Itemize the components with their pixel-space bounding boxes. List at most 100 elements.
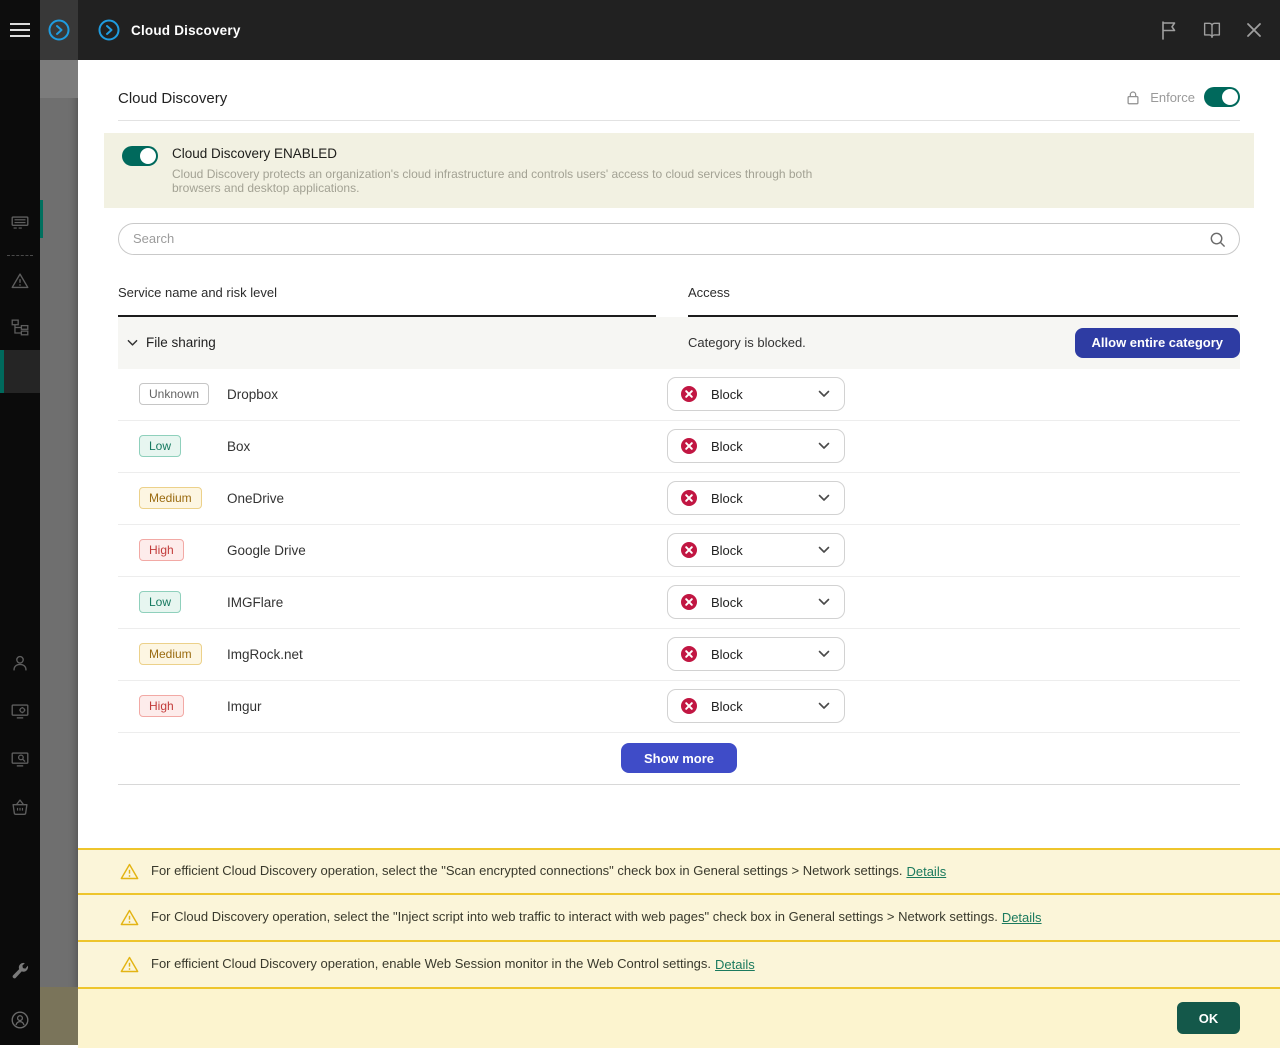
close-icon <box>1247 23 1261 37</box>
table-header: Service name and risk level Access <box>118 285 1240 317</box>
search-input[interactable] <box>118 222 1240 255</box>
service-name: Google Drive <box>227 542 306 558</box>
sidebar-item-devices[interactable] <box>0 203 40 243</box>
lock-icon <box>1127 90 1139 104</box>
page-title: Cloud Discovery <box>118 90 228 107</box>
toggle-knob <box>1222 89 1238 105</box>
close-button[interactable] <box>1246 22 1262 38</box>
access-value: Block <box>711 490 743 506</box>
access-value: Block <box>711 386 743 402</box>
help-button[interactable] <box>1202 21 1222 39</box>
dimmed-band <box>40 60 78 98</box>
search-button[interactable] <box>1208 230 1227 249</box>
block-icon <box>681 386 697 403</box>
access-cell: Block <box>667 429 1240 464</box>
access-dropdown[interactable]: Block <box>667 481 845 516</box>
menu-button[interactable] <box>0 0 40 60</box>
chevron-down-icon <box>818 546 830 554</box>
sidebar-item-selected[interactable] <box>0 350 40 393</box>
flag-button[interactable] <box>1160 20 1178 40</box>
monitor-gear-icon <box>11 704 29 719</box>
access-value: Block <box>711 698 743 714</box>
access-value: Block <box>711 438 743 454</box>
service-rows: Unknown Dropbox Block Low Box Block Medi… <box>78 369 1280 733</box>
search-icon <box>1210 232 1225 247</box>
allow-entire-category-button[interactable]: Allow entire category <box>1074 327 1240 358</box>
enforce-control: Enforce <box>1125 87 1240 107</box>
risk-cell: Medium <box>118 643 227 666</box>
access-dropdown[interactable]: Block <box>667 585 845 620</box>
table-row: Low IMGFlare Block <box>118 577 1240 629</box>
table-row: Unknown Dropbox Block <box>118 369 1240 421</box>
window-tab[interactable] <box>40 0 78 60</box>
alert-triangle-icon <box>11 273 29 289</box>
block-icon <box>681 594 697 611</box>
ok-button[interactable]: OK <box>1177 1002 1240 1035</box>
search-row <box>118 222 1240 255</box>
details-link[interactable]: Details <box>906 864 946 879</box>
risk-cell: Low <box>118 591 227 614</box>
toggle-knob <box>140 148 156 164</box>
sidebar-item-alerts[interactable] <box>0 261 40 301</box>
sidebar-item-tools[interactable] <box>0 951 40 991</box>
show-more-button[interactable]: Show more <box>620 743 738 774</box>
access-dropdown[interactable]: Block <box>667 689 845 724</box>
category-toggle[interactable]: File sharing <box>118 335 688 350</box>
show-more-row: Show more <box>118 733 1240 785</box>
details-link[interactable]: Details <box>1002 910 1042 925</box>
chevron-down-icon <box>818 390 830 398</box>
block-icon <box>681 438 697 455</box>
service-name: IMGFlare <box>227 594 284 610</box>
help-book-icon <box>1203 22 1221 39</box>
chevron-down-icon <box>818 494 830 502</box>
banner-title: Cloud Discovery ENABLED <box>172 146 338 161</box>
warning-text: For efficient Cloud Discovery operation,… <box>151 956 712 972</box>
column-service: Service name and risk level <box>118 285 656 317</box>
sidebar-divider <box>7 255 33 256</box>
warning-list: For efficient Cloud Discovery operation,… <box>78 847 1280 989</box>
page-header: Cloud Discovery Enforce <box>118 60 1240 121</box>
risk-badge: Low <box>139 435 182 458</box>
left-sidebar <box>0 60 40 1045</box>
access-dropdown[interactable]: Block <box>667 429 845 464</box>
sidebar-item-device-settings[interactable] <box>0 691 40 731</box>
access-dropdown[interactable]: Block <box>667 533 845 568</box>
details-link[interactable]: Details <box>715 957 755 972</box>
risk-badge: Low <box>139 591 182 614</box>
warning-banner: For Cloud Discovery operation, select th… <box>78 894 1280 942</box>
service-name: Imgur <box>227 698 262 714</box>
service-name: OneDrive <box>227 490 285 506</box>
access-cell: Block <box>667 533 1240 568</box>
sidebar-item-account[interactable] <box>0 1000 40 1040</box>
access-cell: Block <box>667 637 1240 672</box>
block-icon <box>681 542 697 559</box>
footer-bar: OK <box>78 988 1280 1048</box>
warning-triangle-icon <box>120 863 139 879</box>
access-cell: Block <box>667 481 1240 516</box>
table-row: Medium OneDrive Block <box>118 473 1240 525</box>
enabled-banner: Cloud Discovery ENABLED Cloud Discovery … <box>104 133 1254 208</box>
sidebar-item-hierarchy[interactable] <box>0 307 40 347</box>
chevron-down-icon <box>818 442 830 450</box>
access-dropdown[interactable]: Block <box>667 637 845 672</box>
sidebar-item-monitoring[interactable] <box>0 739 40 779</box>
window-title: Cloud Discovery <box>131 22 241 38</box>
table-row: High Imgur Block <box>118 681 1240 733</box>
table-row: High Google Drive Block <box>118 525 1240 577</box>
risk-cell: Low <box>118 435 227 458</box>
risk-cell: Unknown <box>118 383 227 406</box>
sidebar-item-marketplace[interactable] <box>0 787 40 827</box>
banner-description: Cloud Discovery protects an organization… <box>172 167 813 196</box>
cloud-discovery-toggle[interactable] <box>122 146 158 166</box>
access-dropdown[interactable]: Block <box>667 377 845 412</box>
service-name: ImgRock.net <box>227 646 303 662</box>
enforce-toggle[interactable] <box>1204 87 1240 107</box>
risk-cell: High <box>118 539 227 562</box>
selected-accent-bar <box>0 350 4 393</box>
chevron-down-icon <box>127 339 138 346</box>
access-cell: Block <box>667 585 1240 620</box>
hamburger-icon <box>10 23 30 37</box>
flag-icon <box>1162 21 1176 40</box>
sidebar-item-users[interactable] <box>0 643 40 683</box>
